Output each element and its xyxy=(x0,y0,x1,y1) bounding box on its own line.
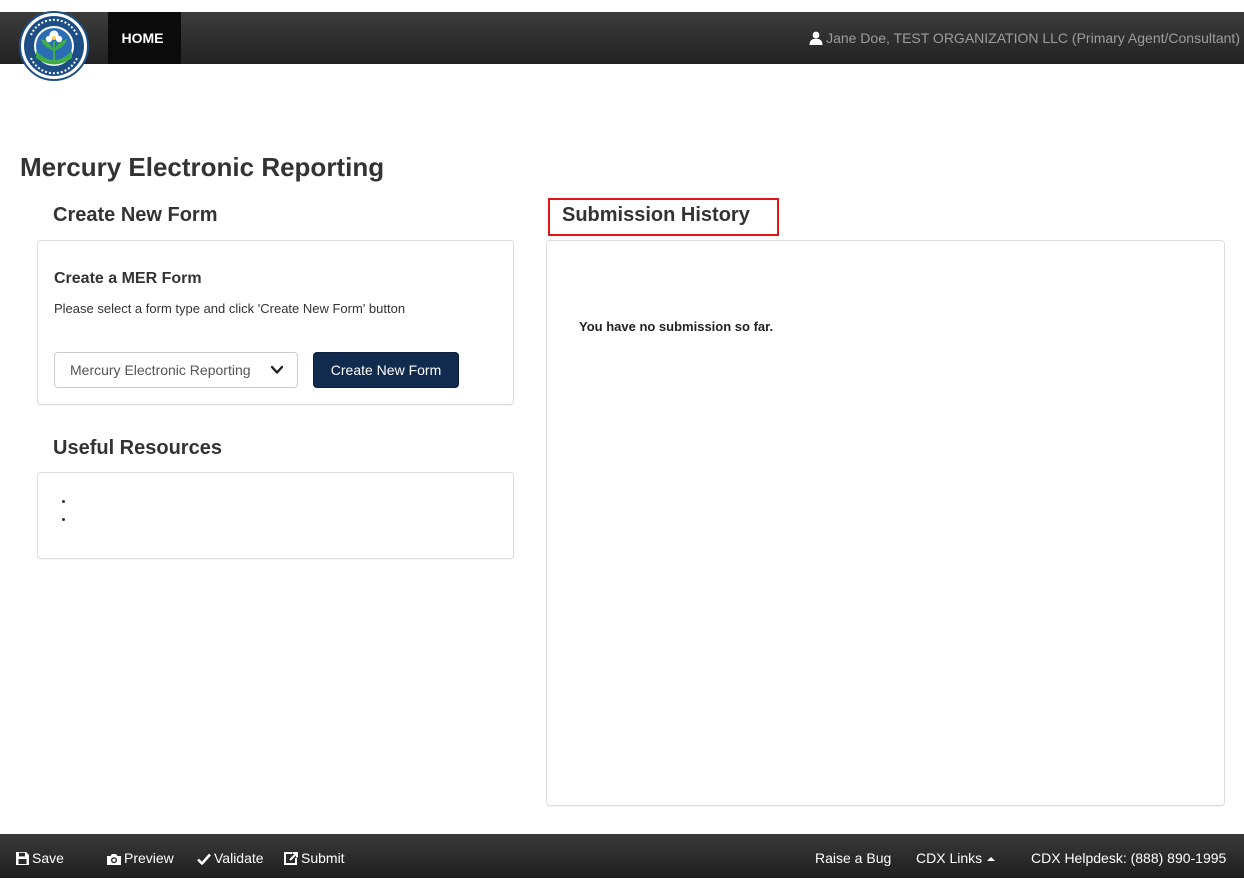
submit-button[interactable]: Submit xyxy=(284,834,345,878)
resource-item[interactable] xyxy=(62,491,71,509)
no-submission-message: You have no submission so far. xyxy=(579,319,774,334)
create-new-form-button[interactable]: Create New Form xyxy=(313,352,459,388)
create-new-form-heading: Create New Form xyxy=(53,204,218,226)
resource-list xyxy=(62,491,71,527)
bottom-toolbar: Save Preview Validate Submit Raise a Bug… xyxy=(0,834,1244,878)
share-icon xyxy=(284,852,298,865)
floppy-disk-icon xyxy=(16,852,29,865)
validate-label: Validate xyxy=(214,850,264,866)
form-type-selected-value: Mercury Electronic Reporting xyxy=(70,362,251,378)
preview-button[interactable]: Preview xyxy=(107,834,174,878)
top-navbar: HOME Jane Doe, TEST ORGANIZATION LLC (Pr… xyxy=(0,12,1244,64)
bullet-icon xyxy=(62,517,65,521)
page-title: Mercury Electronic Reporting xyxy=(20,152,385,182)
form-type-select[interactable]: Mercury Electronic Reporting xyxy=(54,352,298,388)
raise-bug-link[interactable]: Raise a Bug xyxy=(815,834,891,878)
useful-resources-panel xyxy=(37,472,514,559)
useful-resources-heading: Useful Resources xyxy=(53,437,222,459)
create-form-panel: Create a MER Form Please select a form t… xyxy=(37,240,514,405)
nav-home-tab[interactable]: HOME xyxy=(108,12,181,64)
resource-item[interactable] xyxy=(62,509,71,527)
bullet-icon xyxy=(62,499,65,503)
submission-history-heading: Submission History xyxy=(562,204,750,226)
save-label: Save xyxy=(32,850,64,866)
save-button[interactable]: Save xyxy=(16,834,64,878)
caret-up-icon xyxy=(987,857,996,861)
validate-button[interactable]: Validate xyxy=(197,834,264,878)
chevron-down-icon xyxy=(271,365,283,374)
create-mer-form-title: Create a MER Form xyxy=(54,270,202,287)
cdx-helpdesk-info: CDX Helpdesk: (888) 890-1995 xyxy=(1031,850,1227,866)
submission-history-panel: You have no submission so far. xyxy=(546,240,1225,806)
preview-label: Preview xyxy=(124,850,174,866)
submit-label: Submit xyxy=(301,850,345,866)
checkmark-icon xyxy=(197,853,211,865)
user-name-label: Jane Doe, TEST ORGANIZATION LLC (Primary… xyxy=(826,30,1240,46)
user-icon xyxy=(809,31,823,45)
user-menu[interactable]: Jane Doe, TEST ORGANIZATION LLC (Primary… xyxy=(809,12,1240,64)
create-form-instructions: Please select a form type and click 'Cre… xyxy=(54,301,406,316)
camera-icon xyxy=(107,854,121,865)
cdx-links-label: CDX Links xyxy=(916,850,983,866)
cdx-links-dropdown[interactable]: CDX Links xyxy=(916,834,996,878)
epa-seal-logo[interactable] xyxy=(19,11,89,81)
